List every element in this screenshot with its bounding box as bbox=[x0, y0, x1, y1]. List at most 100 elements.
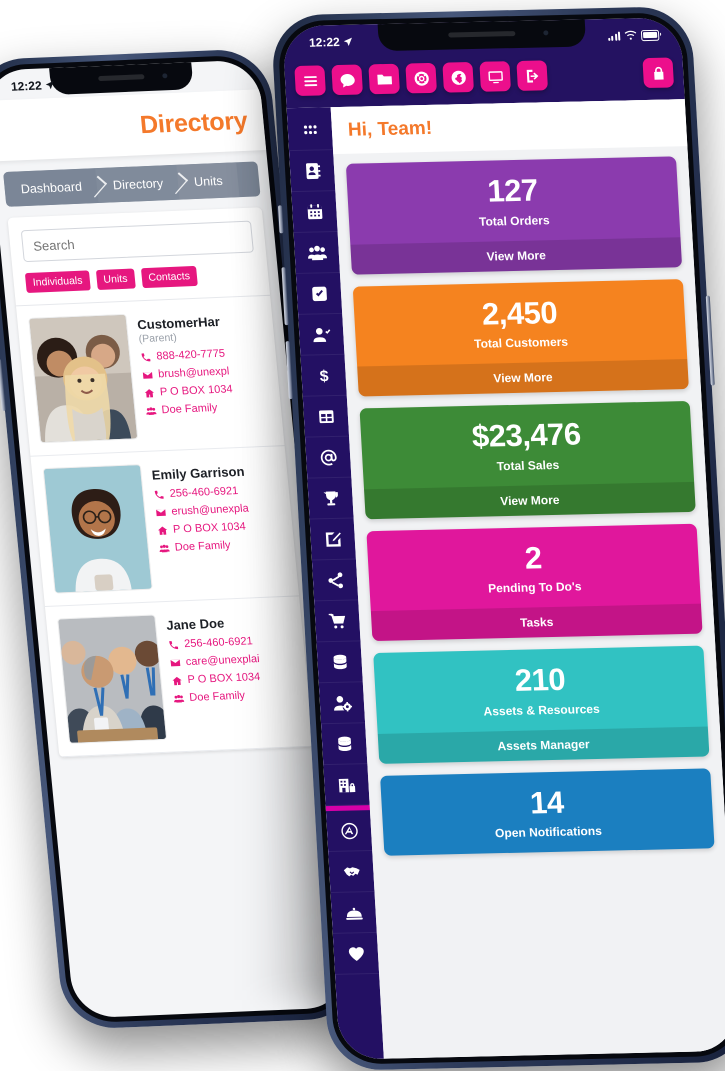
contact-phone-row[interactable]: 256-460-6921 bbox=[168, 634, 292, 651]
dollar-sign-icon: $ bbox=[319, 368, 329, 385]
contact-info: CustomerHar (Parent) 888-420-7775 brush@… bbox=[136, 309, 271, 438]
web-button[interactable] bbox=[442, 61, 475, 93]
stat-card-action[interactable]: View More bbox=[350, 236, 683, 275]
contact-email-row[interactable]: erush@unexpla bbox=[155, 501, 279, 518]
contact-phone: 256-460-6921 bbox=[183, 635, 254, 651]
sidebar-item-partners[interactable] bbox=[328, 851, 375, 893]
contact-address-row[interactable]: P O BOX 1034 bbox=[157, 519, 281, 536]
phone-right-dashboard: 12:22 $ Hi, Team! 127 Total Orders View … bbox=[270, 6, 725, 1071]
mute-switch[interactable] bbox=[278, 205, 284, 234]
contact-family-row[interactable]: Doe Family bbox=[158, 537, 282, 554]
contact-family-row[interactable]: Doe Family bbox=[173, 687, 297, 704]
sidebar-item-forms[interactable] bbox=[309, 518, 356, 561]
search-input[interactable] bbox=[20, 220, 254, 263]
dashboard-body: $ Hi, Team! 127 Total Orders View More 2… bbox=[286, 99, 725, 1060]
stat-card-body: 2,450 Total Customers bbox=[353, 279, 688, 367]
home-icon bbox=[144, 388, 154, 398]
sidebar-item-finance[interactable]: $ bbox=[300, 354, 347, 397]
sidebar-item-favorites[interactable] bbox=[332, 932, 380, 975]
support-button[interactable] bbox=[405, 62, 438, 94]
sidebar-item-email[interactable] bbox=[305, 436, 352, 479]
stat-value: 2,450 bbox=[480, 294, 558, 332]
folder-icon bbox=[376, 74, 392, 85]
chip-contacts[interactable]: Contacts bbox=[140, 265, 198, 289]
stat-card-action[interactable]: Tasks bbox=[370, 603, 703, 642]
users-group-icon bbox=[146, 406, 157, 415]
chip-units[interactable]: Units bbox=[95, 268, 136, 291]
contact-name: Emily Garrison bbox=[151, 463, 246, 483]
contact-info: Emily Garrison 256-460-6921 erush@unexpl… bbox=[151, 460, 286, 589]
trophy-icon bbox=[322, 490, 338, 505]
stat-card-total-customers[interactable]: 2,450 Total Customers View More bbox=[352, 278, 689, 397]
hamburger-menu-button[interactable] bbox=[294, 65, 326, 96]
files-button[interactable] bbox=[368, 63, 400, 95]
stat-value: 210 bbox=[513, 661, 567, 699]
sign-out-icon bbox=[526, 69, 538, 83]
stat-value: 2 bbox=[523, 539, 543, 576]
stat-card-assets-resources[interactable]: 210 Assets & Resources Assets Manager bbox=[373, 645, 710, 764]
sidebar-item-awards[interactable] bbox=[307, 477, 354, 520]
breadcrumb-item-directory[interactable]: Directory bbox=[95, 164, 180, 204]
concierge-bell-icon bbox=[345, 907, 363, 920]
contact-address-row[interactable]: P O BOX 1034 bbox=[171, 670, 295, 687]
contact-phone-row[interactable]: 888-420-7775 bbox=[140, 346, 264, 363]
stat-card-action[interactable]: View More bbox=[364, 481, 696, 519]
chip-individuals[interactable]: Individuals bbox=[24, 270, 91, 293]
sidebar-item-attendance[interactable] bbox=[298, 313, 345, 356]
contact-address: P O BOX 1034 bbox=[159, 383, 234, 399]
sidebar-item-apps[interactable] bbox=[286, 109, 334, 152]
sidebar-item-share[interactable] bbox=[311, 559, 359, 602]
users-group-icon bbox=[174, 694, 185, 703]
sidebar-item-reports[interactable] bbox=[302, 395, 350, 438]
edit-square-icon bbox=[325, 531, 341, 547]
share-nodes-icon bbox=[327, 571, 343, 588]
stat-card-total-sales[interactable]: $23,476 Total Sales View More bbox=[359, 401, 696, 519]
contact-list-item[interactable]: Emily Garrison 256-460-6921 erush@unexpl… bbox=[30, 446, 300, 608]
contact-address: P O BOX 1034 bbox=[172, 520, 247, 536]
home-icon bbox=[172, 676, 182, 685]
contact-address-row[interactable]: P O BOX 1034 bbox=[143, 382, 267, 399]
contact-phone-row[interactable]: 256-460-6921 bbox=[153, 483, 277, 500]
building-lock-icon bbox=[338, 778, 355, 792]
sidebar-item-facilities[interactable] bbox=[323, 764, 370, 807]
contact-list-item[interactable]: Jane Doe 256-460-6921 care@unexplai P O … bbox=[44, 596, 314, 758]
sidebar-item-calendar[interactable] bbox=[291, 191, 338, 234]
contact-email-row[interactable]: brush@unexpl bbox=[142, 364, 266, 381]
users-group-icon bbox=[307, 245, 327, 260]
at-sign-icon bbox=[320, 449, 337, 466]
chip-label: Units bbox=[102, 272, 129, 286]
messages-button[interactable] bbox=[331, 64, 363, 96]
stat-card-pending-todos[interactable]: 2 Pending To Do's Tasks bbox=[366, 523, 703, 642]
sidebar-item-tasks[interactable] bbox=[295, 272, 343, 315]
lock-button[interactable] bbox=[642, 57, 675, 89]
desktop-button[interactable] bbox=[479, 61, 512, 92]
svg-text:$: $ bbox=[319, 368, 329, 385]
contact-phone: 256-460-6921 bbox=[169, 485, 239, 500]
sidebar-item-app-store[interactable] bbox=[325, 810, 373, 853]
volume-down-button[interactable] bbox=[0, 359, 6, 411]
stat-card-open-notifications[interactable]: 14 Open Notifications bbox=[380, 768, 715, 857]
stat-card-action[interactable]: Assets Manager bbox=[377, 726, 710, 764]
contact-email-row[interactable]: care@unexplai bbox=[169, 652, 293, 669]
location-arrow-icon bbox=[343, 37, 352, 46]
stat-label: Assets & Resources bbox=[483, 701, 601, 719]
stat-card-body: 127 Total Orders bbox=[346, 156, 681, 244]
sidebar-item-records[interactable] bbox=[321, 723, 368, 766]
stat-value: 127 bbox=[486, 172, 539, 209]
contact-email: care@unexplai bbox=[185, 653, 261, 669]
sidebar-item-directory[interactable] bbox=[289, 150, 336, 193]
sidebar-item-services[interactable] bbox=[330, 891, 377, 934]
breadcrumb-label: Dashboard bbox=[20, 179, 83, 196]
power-button[interactable] bbox=[705, 295, 715, 386]
contact-list-item[interactable]: CustomerHar (Parent) 888-420-7775 brush@… bbox=[16, 295, 285, 457]
contact-family-row[interactable]: Doe Family bbox=[145, 400, 269, 417]
sign-out-button[interactable] bbox=[516, 60, 549, 91]
sidebar-item-groups[interactable] bbox=[293, 232, 340, 274]
stat-label: Pending To Do's bbox=[487, 579, 582, 596]
sidebar-item-store[interactable] bbox=[314, 600, 361, 643]
sidebar-item-admin[interactable] bbox=[318, 682, 366, 725]
stat-card-total-orders[interactable]: 127 Total Orders View More bbox=[345, 156, 683, 275]
breadcrumb-item-dashboard[interactable]: Dashboard bbox=[3, 168, 99, 207]
stat-card-action[interactable]: View More bbox=[357, 359, 689, 397]
sidebar-item-data[interactable] bbox=[316, 641, 363, 684]
